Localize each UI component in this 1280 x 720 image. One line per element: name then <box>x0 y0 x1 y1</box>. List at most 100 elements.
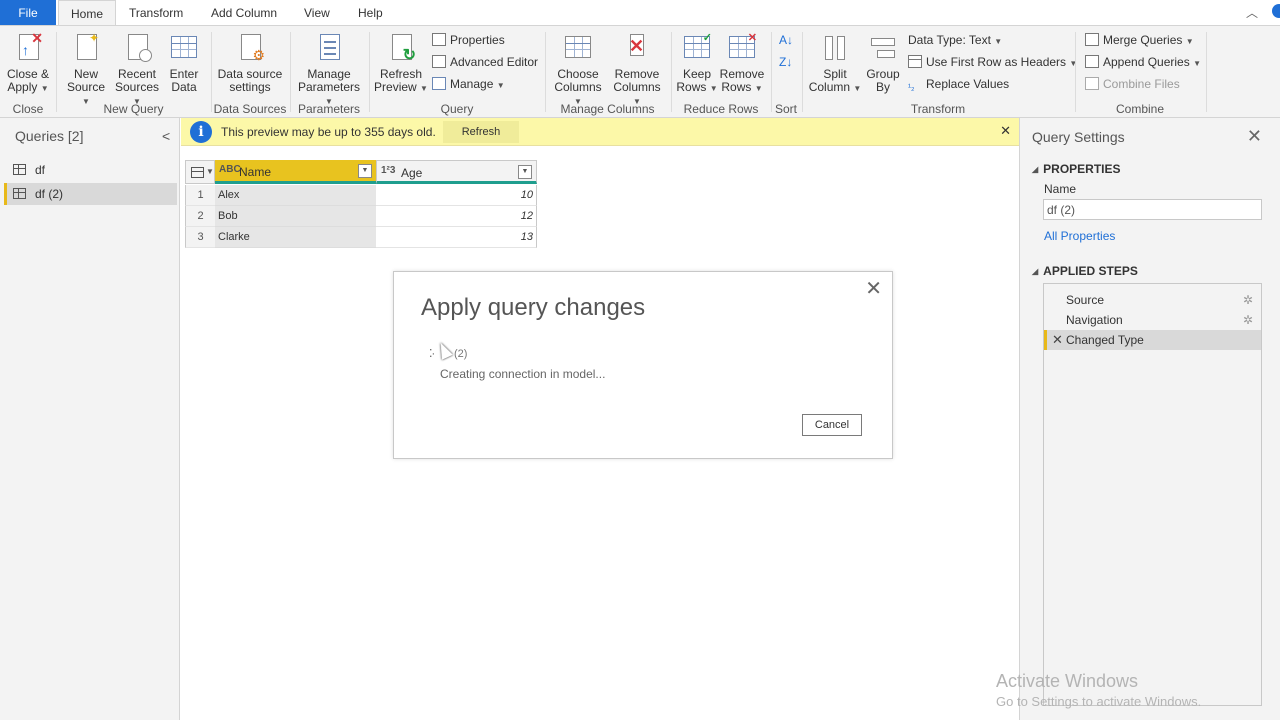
collapse-ribbon-icon[interactable]: ︿ <box>1246 4 1258 21</box>
cell-name[interactable]: Bob <box>215 206 376 227</box>
applied-steps-list: Source ✲ Navigation ✲ ✕ Changed Type <box>1043 283 1262 706</box>
properties-label: Properties <box>450 33 505 47</box>
tab-home[interactable]: Home <box>58 0 117 26</box>
recent-sources-button[interactable]: Recent Sources ▼ <box>111 32 163 108</box>
manage-button[interactable]: Manage ▼ <box>432 75 505 93</box>
collapse-queries-icon[interactable]: < <box>162 128 170 144</box>
group-by-icon <box>868 32 898 62</box>
group-label-query: Query <box>440 102 474 116</box>
cell-age[interactable]: 12 <box>376 206 537 227</box>
text-type-icon[interactable]: ABC <box>219 164 241 175</box>
step-changed-type[interactable]: ✕ Changed Type <box>1044 330 1261 350</box>
collapse-triangle-icon: ◢ <box>1032 267 1039 276</box>
group-label-data-sources: Data Sources <box>213 102 287 116</box>
infobar-refresh-button[interactable]: Refresh <box>443 121 519 143</box>
column-header-age[interactable]: 1²3 Age ▼ <box>376 160 537 184</box>
properties-button[interactable]: Properties <box>432 31 505 49</box>
merge-queries-button[interactable]: Merge Queries ▼ <box>1085 31 1194 49</box>
append-queries-button[interactable]: Append Queries ▼ <box>1085 53 1201 71</box>
split-column-icon <box>820 32 850 62</box>
watermark-line1: Activate Windows <box>996 671 1139 691</box>
number-type-icon[interactable]: 1²3 <box>381 165 395 176</box>
tab-help[interactable]: Help <box>346 0 395 26</box>
apply-query-changes-dialog: ✕ Apply query changes ⁚· (2) Creating co… <box>393 271 893 459</box>
gear-icon[interactable]: ✲ <box>1243 310 1253 330</box>
step-source[interactable]: Source ✲ <box>1044 290 1261 310</box>
table-row[interactable]: 3 Clarke 13 <box>185 227 537 248</box>
tab-view[interactable]: View <box>292 0 342 26</box>
cell-name[interactable]: Clarke <box>215 227 376 248</box>
choose-columns-label2: Columns <box>554 80 602 94</box>
applied-steps-section-header[interactable]: ◢ APPLIED STEPS <box>1032 264 1138 278</box>
replace-values-label: Replace Values <box>926 77 1010 91</box>
advanced-editor-icon <box>432 55 446 68</box>
group-label-combine: Combine <box>1115 102 1165 116</box>
watermark-line2: Go to Settings to activate Windows. <box>996 694 1202 709</box>
table-row[interactable]: 2 Bob 12 <box>185 206 537 227</box>
group-by-button[interactable]: Group By <box>864 32 902 94</box>
account-icon[interactable] <box>1272 4 1280 18</box>
remove-columns-button[interactable]: ✕ Remove Columns ▼ <box>608 32 666 108</box>
keep-rows-label2: Rows <box>676 80 707 94</box>
group-by-label2: By <box>875 80 890 94</box>
delete-step-icon[interactable]: ✕ <box>1052 330 1063 350</box>
group-label-new-query: New Query <box>103 102 164 116</box>
choose-columns-icon <box>563 32 593 62</box>
manage-parameters-icon <box>314 32 344 62</box>
group-label-sort: Sort <box>774 102 797 116</box>
close-infobar-icon[interactable]: ✕ <box>1000 123 1011 139</box>
sort-descending-icon[interactable]: Z↓ <box>779 53 792 71</box>
query-name-input[interactable] <box>1043 199 1262 220</box>
combine-files-label: Combine Files <box>1103 77 1180 91</box>
column-header-name[interactable]: ABC Name ▼ <box>215 160 376 184</box>
collapse-triangle-icon: ◢ <box>1032 165 1039 174</box>
enter-data-button[interactable]: Enter Data <box>164 32 204 94</box>
merge-queries-icon <box>1085 33 1099 46</box>
tab-file[interactable]: File <box>0 0 56 26</box>
new-source-button[interactable]: ✦ New Source ▼ <box>62 32 110 108</box>
close-settings-icon[interactable]: ✕ <box>1247 126 1262 147</box>
query-item-df[interactable]: df <box>4 159 177 181</box>
column-title: Age <box>401 166 423 180</box>
refresh-preview-button[interactable]: ↻ Refresh Preview ▼ <box>374 32 428 95</box>
cell-name[interactable]: Alex <box>215 185 376 206</box>
filter-dropdown-icon[interactable]: ▼ <box>518 165 532 179</box>
data-source-settings-label2: settings <box>229 80 271 94</box>
combine-files-icon <box>1085 77 1099 90</box>
refresh-preview-label2: Preview <box>374 80 417 94</box>
choose-columns-button[interactable]: Choose Columns ▼ <box>550 32 606 108</box>
query-item-df-2[interactable]: df (2) <box>4 183 177 205</box>
recent-sources-icon <box>122 32 152 62</box>
tab-add-column[interactable]: Add Column <box>199 0 289 26</box>
append-queries-label: Append Queries <box>1103 55 1190 69</box>
cell-age[interactable]: 13 <box>376 227 537 248</box>
remove-columns-label2: Columns <box>613 80 661 94</box>
properties-section-header[interactable]: ◢ PROPERTIES <box>1032 162 1121 176</box>
filter-dropdown-icon[interactable]: ▼ <box>358 164 372 178</box>
gear-icon[interactable]: ✲ <box>1243 290 1253 310</box>
split-column-button[interactable]: Split Column ▼ <box>808 32 862 95</box>
sort-ascending-icon[interactable]: A↓ <box>779 31 793 49</box>
data-type-dropdown[interactable]: Data Type: Text ▼ <box>908 31 1002 49</box>
keep-rows-button[interactable]: ✓ Keep Rows ▼ <box>675 32 719 95</box>
table-row[interactable]: 1 Alex 10 <box>185 185 537 206</box>
advanced-editor-button[interactable]: Advanced Editor <box>432 53 538 71</box>
replace-values-button[interactable]: ¹₂ Replace Values <box>908 75 1009 93</box>
combine-files-button[interactable]: Combine Files <box>1085 75 1180 93</box>
dialog-close-icon[interactable]: ✕ <box>865 276 882 301</box>
group-label-reduce-rows: Reduce Rows <box>683 102 759 116</box>
data-source-settings-button[interactable]: ⚙ Data source settings <box>214 32 286 94</box>
manage-parameters-button[interactable]: Manage Parameters ▼ <box>294 32 364 108</box>
use-first-row-headers-button[interactable]: Use First Row as Headers ▼ <box>908 53 1077 71</box>
cancel-button[interactable]: Cancel <box>802 414 862 436</box>
tab-transform[interactable]: Transform <box>117 0 195 26</box>
properties-header-text: PROPERTIES <box>1043 162 1121 176</box>
remove-rows-button[interactable]: ✕ Remove Rows ▼ <box>719 32 765 95</box>
all-properties-link[interactable]: All Properties <box>1044 229 1115 243</box>
close-apply-button[interactable]: ✕ ↑ Close & Apply ▼ <box>4 31 52 95</box>
preview-age-message: This preview may be up to 355 days old. <box>221 125 436 139</box>
query-item-label: df (2) <box>35 187 64 201</box>
cell-age[interactable]: 10 <box>376 185 537 206</box>
table-menu-button[interactable]: ▼ <box>185 160 215 184</box>
step-navigation[interactable]: Navigation ✲ <box>1044 310 1261 330</box>
